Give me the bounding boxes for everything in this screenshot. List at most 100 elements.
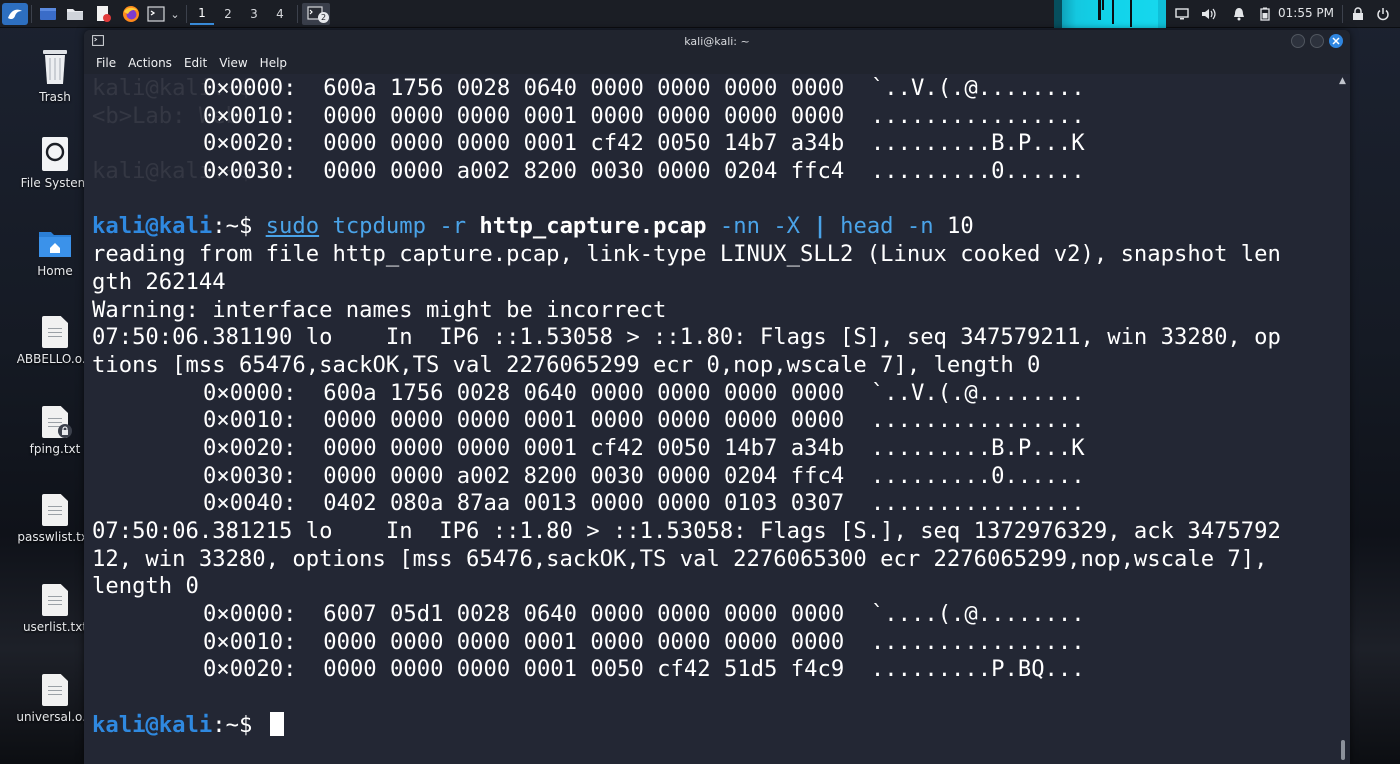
command-flag: -n	[906, 213, 934, 240]
terminal-launcher[interactable]	[145, 3, 167, 25]
desktop-icon-passwlist[interactable]: passwlist.txt	[15, 494, 95, 544]
text-editor-launcher[interactable]	[91, 3, 115, 25]
panel-separator	[186, 5, 187, 23]
workspace-1[interactable]: 1	[190, 3, 214, 25]
display-button[interactable]	[1172, 3, 1192, 25]
bell-icon	[1234, 8, 1244, 21]
workspace-4[interactable]: 4	[268, 3, 292, 25]
vertical-scrollbar[interactable]: ▲	[1336, 74, 1350, 764]
window-count-badge: 2	[318, 12, 329, 23]
menu-edit[interactable]: Edit	[184, 56, 207, 70]
file-manager-launcher[interactable]	[63, 3, 87, 25]
text-editor-icon	[97, 6, 111, 22]
ghost-text: kali@kali:~$	[92, 75, 266, 101]
command-flag: -r	[439, 213, 467, 240]
output-line: length 0	[92, 573, 199, 600]
desktop-icon-label: userlist.txt	[22, 620, 88, 634]
panel-separator	[31, 5, 32, 23]
scroll-up-arrow-icon[interactable]: ▲	[1339, 76, 1346, 86]
drive-icon	[42, 137, 68, 171]
output-line: 12, win 33280, options [mss 65476,sackOK…	[92, 545, 1268, 572]
workspace-2[interactable]: 2	[216, 3, 240, 25]
minimize-button[interactable]	[1291, 34, 1305, 48]
firefox-launcher[interactable]	[119, 3, 143, 25]
taskbar-terminal-window[interactable]: 2	[302, 3, 330, 25]
text-file-icon	[42, 494, 68, 526]
hex-dump-line: 0×0000: 600a 1756 0028 0640 0000 0000 00…	[203, 75, 1085, 101]
lock-icon	[1353, 7, 1363, 20]
desktop-icon-label: universal.o...	[16, 710, 94, 724]
menu-help[interactable]: Help	[260, 56, 287, 70]
command-count-arg: 10	[946, 213, 974, 240]
kali-dragon-icon	[8, 9, 22, 20]
terminal-window[interactable]: kali@kali: ~ File Actions Edit View Help…	[84, 30, 1350, 764]
prompt-user-host: kali@kali	[92, 711, 213, 738]
text-file-icon	[42, 316, 68, 348]
text-file-icon	[42, 674, 68, 706]
desktop-icon-label: ABBELLO.o...	[16, 352, 94, 366]
command-tcpdump: tcpdump	[332, 213, 426, 240]
desktop-icon-userlist[interactable]: userlist.txt	[15, 584, 95, 634]
hex-dump-line: 0×0020: 0000 0000 0000 0001 cf42 0050 14…	[203, 434, 1085, 461]
notifications-button[interactable]	[1229, 3, 1249, 25]
kali-menu-button[interactable]	[2, 3, 28, 25]
trash-icon	[43, 50, 67, 84]
prompt-user-host: kali@kali	[92, 213, 213, 240]
speaker-icon	[1202, 8, 1216, 20]
volume-button[interactable]	[1199, 3, 1219, 25]
desktop-icon-home[interactable]: Home	[15, 226, 95, 278]
launcher-dropdown[interactable]: ⌄	[167, 3, 183, 25]
output-line: Warning: interface names might be incorr…	[92, 296, 667, 323]
menu-file[interactable]: File	[96, 56, 116, 70]
window-title: kali@kali: ~	[684, 34, 750, 48]
power-icon	[1377, 8, 1389, 21]
terminal-icon	[147, 6, 165, 22]
close-icon	[1332, 37, 1340, 45]
output-line: gth 262144	[92, 268, 226, 295]
menu-actions[interactable]: Actions	[128, 56, 172, 70]
workspace-3[interactable]: 3	[242, 3, 266, 25]
desktop-icon-trash[interactable]: Trash	[15, 46, 95, 104]
hex-dump-line: 0×0000: 600a 1756 0028 0640 0000 0000 00…	[203, 379, 1085, 406]
hex-dump-line: 0×0010: 0000 0000 0000 0001 0000 0000 00…	[203, 628, 1085, 655]
terminal-icon	[92, 35, 104, 46]
command-flag: -X	[773, 213, 801, 240]
close-button[interactable]	[1329, 34, 1343, 48]
current-prompt-line[interactable]: kali@kali:~$	[92, 711, 1336, 740]
hex-dump-line: 0×0020: 0000 0000 0000 0001 cf42 0050 14…	[203, 130, 1085, 157]
window-titlebar[interactable]: kali@kali: ~	[84, 30, 1350, 52]
panel-separator	[297, 5, 298, 23]
hex-dump-line: 0×0030: 0000 0000 a002 8200 0030 0000 02…	[203, 462, 1085, 489]
cpu-usage-graph[interactable]	[1054, 0, 1166, 28]
command-file-arg: http_capture.pcap	[479, 213, 707, 240]
scrollbar-thumb[interactable]	[1341, 740, 1345, 760]
output-line: 07:50:06.381190 lo In IP6 ::1.53058 > ::…	[92, 324, 1281, 351]
menu-view[interactable]: View	[219, 56, 247, 70]
menu-bar: File Actions Edit View Help	[84, 52, 1350, 74]
desktop-icon-fping[interactable]: fping.txt	[15, 406, 95, 456]
folder-icon	[67, 9, 83, 20]
prompt-path: :~$	[212, 213, 266, 240]
command-line: kali@kali:~$ sudo tcpdump -r http_captur…	[92, 213, 1336, 241]
hex-dump-line: 0×0040: 0402 080a 87aa 0013 0000 0000 01…	[203, 490, 1085, 517]
output-line: 07:50:06.381215 lo In IP6 ::1.80 > ::1.5…	[92, 518, 1281, 544]
command-pipe: |	[813, 213, 827, 240]
clock[interactable]: 01:55 PM	[1278, 6, 1334, 20]
maximize-button[interactable]	[1310, 34, 1324, 48]
lock-screen-button[interactable]	[1349, 3, 1367, 25]
power-button[interactable]	[1373, 3, 1393, 25]
battery-button[interactable]	[1256, 3, 1274, 25]
hex-dump-line: 0×0010: 0000 0000 0000 0001 0000 0000 00…	[203, 102, 1085, 129]
hex-dump-line: 0×0000: 6007 05d1 0028 0640 0000 0000 00…	[203, 601, 1085, 628]
desktop-icon-label: fping.txt	[29, 442, 81, 456]
desktop-icon-abbello[interactable]: ABBELLO.o...	[15, 316, 95, 366]
text-file-icon	[42, 584, 68, 616]
hex-dump-line: 0×0010: 0000 0000 0000 0001 0000 0000 00…	[203, 407, 1085, 434]
desktop-icon-file-system[interactable]: File System	[15, 136, 95, 190]
show-desktop-button[interactable]	[36, 3, 60, 25]
desktop-icon-label: passwlist.txt	[17, 530, 93, 544]
terminal-output[interactable]: kali@kali:~$ <b>Lab: Web kali@kali:~$ 0×…	[84, 74, 1336, 764]
desktop-icon-universal[interactable]: universal.o...	[15, 674, 95, 724]
